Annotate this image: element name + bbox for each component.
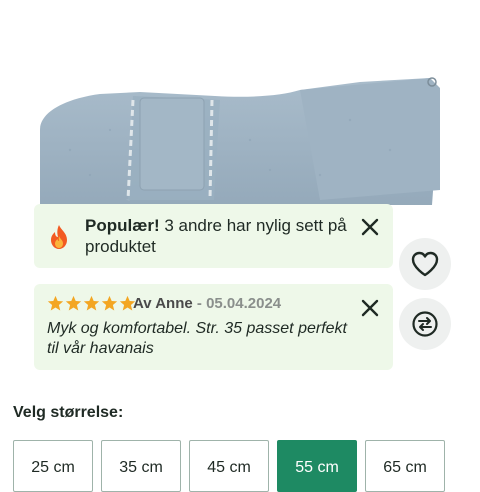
review-toast: Av Anne - 05.04.2024 Myk og komfortabel.…	[34, 284, 393, 370]
review-meta: Av Anne - 05.04.2024	[133, 294, 281, 313]
star-icon	[83, 295, 100, 311]
star-icon	[65, 295, 82, 311]
close-review-button[interactable]	[359, 297, 381, 319]
popular-toast: Populær! 3 andre har nylig sett på produ…	[34, 204, 393, 268]
dog-bathrobe-image	[40, 77, 440, 215]
size-option-35[interactable]: 35 cm	[101, 440, 181, 492]
review-author: Av Anne	[133, 295, 193, 312]
size-option-25[interactable]: 25 cm	[13, 440, 93, 492]
fire-icon	[51, 225, 67, 249]
review-separator: -	[192, 295, 207, 312]
popular-title: Populær!	[85, 216, 160, 235]
close-popular-button[interactable]	[359, 216, 381, 238]
size-option-45[interactable]: 45 cm	[189, 440, 269, 492]
heart-icon	[411, 251, 439, 277]
size-option-65[interactable]: 65 cm	[365, 440, 445, 492]
size-option-55[interactable]: 55 cm	[277, 440, 357, 492]
wishlist-button[interactable]	[399, 238, 451, 290]
star-icon	[47, 295, 64, 311]
compare-button[interactable]	[399, 298, 451, 350]
product-image[interactable]	[0, 0, 480, 215]
compare-arrows-icon	[412, 311, 438, 337]
size-label: Velg størrelse:	[13, 404, 124, 421]
review-date: 05.04.2024	[206, 295, 282, 312]
popular-message: Populær! 3 andre har nylig sett på produ…	[85, 215, 350, 257]
star-rating	[47, 295, 136, 312]
review-text: Myk og komfortabel. Str. 35 passet perfe…	[47, 320, 347, 357]
star-icon	[101, 295, 118, 311]
